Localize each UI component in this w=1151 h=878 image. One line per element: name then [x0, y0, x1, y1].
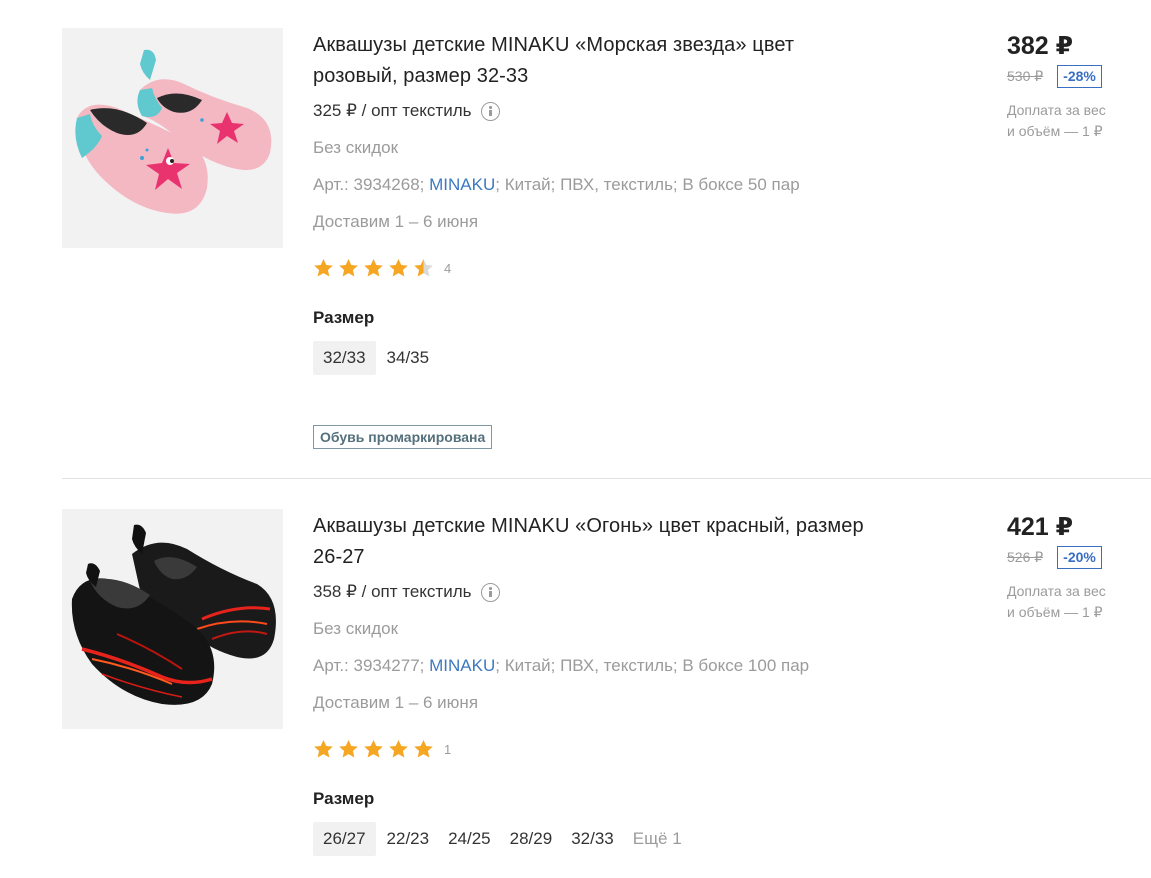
- surcharge-note: Доплата за вес и объём — 1 ₽: [1007, 100, 1147, 142]
- price-block: 421 ₽ 526 ₽ -20% Доплата за вес и объём …: [1007, 511, 1147, 623]
- size-options: 32/33 34/35: [313, 341, 873, 375]
- old-price-row: 526 ₽ -20%: [1007, 546, 1147, 569]
- discount-note: Без скидок: [313, 138, 398, 157]
- brand-link[interactable]: MINAKU: [429, 175, 495, 194]
- product-card: Аквашузы детские MINAKU «Морская звезда»…: [0, 0, 1151, 478]
- discount-badge: -20%: [1057, 546, 1102, 569]
- delivery-info: Доставим 1 – 6 июня: [313, 212, 479, 231]
- discount-note: Без скидок: [313, 619, 398, 638]
- article-text: Арт.: 3934268;: [313, 175, 430, 194]
- old-price: 530 ₽: [1007, 68, 1044, 84]
- rating[interactable]: 4: [313, 258, 873, 278]
- star-full-icon: [364, 740, 383, 758]
- info-icon[interactable]: [481, 101, 501, 121]
- product-info: Аквашузы детские MINAKU «Огонь» цвет кра…: [313, 511, 873, 856]
- price-block: 382 ₽ 530 ₽ -28% Доплата за вес и объём …: [1007, 30, 1147, 142]
- size-option[interactable]: 22/23: [379, 822, 438, 856]
- discount-badge: -28%: [1057, 65, 1102, 88]
- product-card: Аквашузы детские MINAKU «Огонь» цвет кра…: [0, 479, 1151, 878]
- old-price: 526 ₽: [1007, 549, 1044, 565]
- marking-badge: Обувь промаркирована: [313, 425, 493, 449]
- product-title[interactable]: Аквашузы детские MINAKU «Морская звезда»…: [313, 30, 873, 92]
- meta-details: ; Китай; ПВХ, текстиль; В боксе 100 пар: [495, 656, 810, 675]
- size-option[interactable]: 32/33: [563, 822, 622, 856]
- old-price-row: 530 ₽ -28%: [1007, 65, 1147, 88]
- star-full-icon: [314, 740, 333, 758]
- unit-price: 358 ₽ / опт текстиль: [313, 581, 873, 603]
- info-icon[interactable]: [481, 582, 501, 602]
- rating-stars: [313, 258, 434, 278]
- size-option[interactable]: 32/33: [313, 341, 376, 375]
- star-half-icon: [414, 259, 433, 277]
- rating-stars: [313, 739, 434, 759]
- surcharge-line: Доплата за вес: [1007, 102, 1106, 118]
- price: 421 ₽: [1007, 513, 1074, 541]
- star-full-icon: [414, 740, 433, 758]
- rating-count: 4: [444, 260, 452, 276]
- price: 382 ₽: [1007, 32, 1074, 60]
- surcharge-line: Доплата за вес: [1007, 583, 1106, 599]
- size-option[interactable]: 26/27: [313, 822, 376, 856]
- product-meta: Арт.: 3934268; MINAKU; Китай; ПВХ, текст…: [313, 174, 873, 196]
- pink-aqua-shoes-icon: [62, 28, 283, 248]
- more-sizes-link[interactable]: Ещё 1: [625, 822, 690, 856]
- product-info: Аквашузы детские MINAKU «Морская звезда»…: [313, 30, 873, 449]
- brand-link[interactable]: MINAKU: [429, 656, 495, 675]
- rating-count: 1: [444, 741, 452, 757]
- article-text: Арт.: 3934277;: [313, 656, 430, 675]
- meta-details: ; Китай; ПВХ, текстиль; В боксе 50 пар: [495, 175, 800, 194]
- size-label: Размер: [313, 789, 375, 808]
- star-full-icon: [389, 740, 408, 758]
- star-full-icon: [339, 259, 358, 277]
- product-title[interactable]: Аквашузы детские MINAKU «Огонь» цвет кра…: [313, 511, 873, 573]
- surcharge-note: Доплата за вес и объём — 1 ₽: [1007, 581, 1147, 623]
- size-option[interactable]: 28/29: [502, 822, 561, 856]
- size-label: Размер: [313, 308, 375, 327]
- star-full-icon: [339, 740, 358, 758]
- product-image[interactable]: [62, 509, 283, 729]
- star-full-icon: [314, 259, 333, 277]
- star-full-icon: [364, 259, 383, 277]
- product-image[interactable]: [62, 28, 283, 248]
- star-full-icon: [389, 259, 408, 277]
- product-meta: Арт.: 3934277; MINAKU; Китай; ПВХ, текст…: [313, 655, 873, 677]
- size-options: 26/27 22/23 24/25 28/29 32/33 Ещё 1: [313, 822, 873, 856]
- surcharge-line: и объём — 1 ₽: [1007, 123, 1103, 139]
- black-red-aqua-shoes-icon: [62, 509, 283, 729]
- delivery-info: Доставим 1 – 6 июня: [313, 693, 479, 712]
- unit-price-text: 358 ₽ / опт текстиль: [313, 582, 472, 601]
- unit-price-text: 325 ₽ / опт текстиль: [313, 101, 472, 120]
- size-option[interactable]: 34/35: [379, 341, 438, 375]
- size-option[interactable]: 24/25: [440, 822, 499, 856]
- rating[interactable]: 1: [313, 739, 873, 759]
- unit-price: 325 ₽ / опт текстиль: [313, 100, 873, 122]
- surcharge-line: и объём — 1 ₽: [1007, 604, 1103, 620]
